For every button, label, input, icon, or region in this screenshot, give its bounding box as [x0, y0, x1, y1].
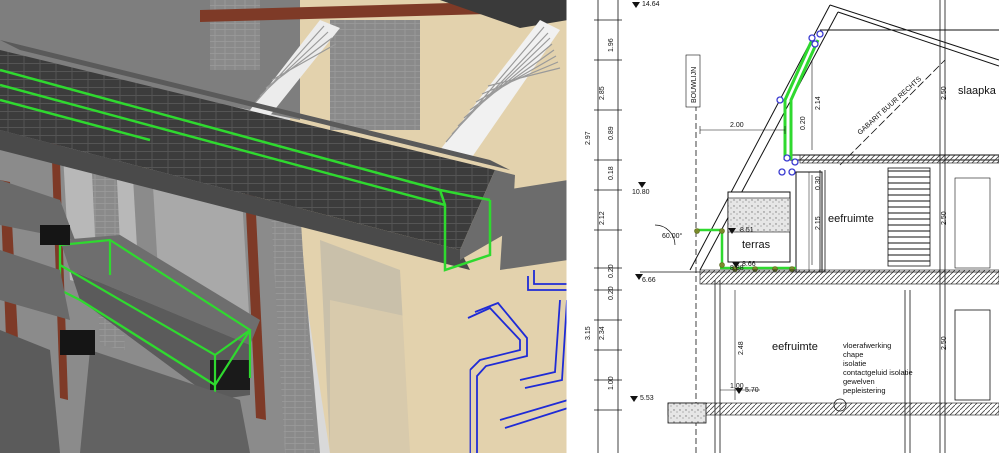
dim-left-4: 0.18 — [608, 166, 615, 180]
finish-note-1: chape — [843, 350, 863, 359]
level-7: 5.53 — [640, 395, 654, 402]
level-6: 5.70 — [745, 387, 759, 394]
dim-right-2: 2.50 — [941, 336, 948, 350]
slab-lower — [667, 402, 999, 416]
level-2: 8.51 — [740, 227, 754, 234]
room-eefruimte-upper: eefruimte — [828, 213, 874, 225]
black-box-2 — [60, 330, 95, 355]
hdim-0: 2.00 — [730, 122, 744, 129]
finish-note-4: gewelven — [843, 377, 875, 386]
room-terras: terras — [742, 239, 771, 251]
dim-left-9: 0.20 — [608, 286, 615, 300]
finish-note-5: pepleistering — [843, 386, 886, 395]
dim-inner-4: 0.30 — [815, 176, 822, 190]
finish-note-2: isolatie — [843, 359, 866, 368]
split-composite: 1.96 2.85 0.89 2.97 0.18 2.12 0.20 3.15 … — [0, 0, 999, 453]
room-slaapkamer: slaapka — [958, 85, 997, 97]
upper-wall-brick-2 — [330, 20, 420, 130]
dim-inner-2: 2.15 — [815, 216, 822, 230]
room-eefruimte-lower: eefruimte — [772, 341, 818, 353]
dim-left-0: 1.96 — [608, 38, 615, 52]
terrace-slab — [500, 180, 568, 270]
level-0: 14.64 — [642, 1, 660, 8]
dim-inner-0: 2.14 — [815, 96, 822, 110]
section-drawing: 1.96 2.85 0.89 2.97 0.18 2.12 0.20 3.15 … — [570, 0, 999, 453]
slab-upper — [799, 154, 999, 164]
angle-label: 60.00° — [662, 232, 683, 240]
dim-left-2: 0.89 — [608, 126, 615, 140]
level-3: 8.66 — [742, 261, 756, 268]
finish-note-3: contactgeluid isolatie — [843, 368, 913, 377]
dim-left-5: 2.12 — [599, 211, 606, 225]
dim-left-10: 1.00 — [608, 376, 615, 390]
dim-inner-3: 2.48 — [738, 341, 745, 355]
dim-inner-1: 0.20 — [800, 116, 807, 130]
dim-left-7: 3.15 — [585, 326, 592, 340]
dim-left-1: 2.85 — [599, 86, 606, 100]
dim-left-3: 2.97 — [585, 131, 592, 145]
model-3d-panel — [0, 0, 569, 453]
dim-left-6: 0.20 — [608, 264, 615, 278]
bouwlijn-label: BOUWLIJN — [691, 67, 698, 103]
dim-right-1: 2.50 — [941, 211, 948, 225]
dim-left-8: 2.34 — [599, 326, 606, 340]
black-box-1 — [40, 225, 70, 245]
level-4: 8.88 — [730, 265, 744, 272]
stair-plan — [887, 167, 931, 267]
finish-note-0: vloerafwerking — [843, 341, 891, 350]
dim-right-0: 2.50 — [941, 86, 948, 100]
level-1: 10.80 — [632, 189, 650, 196]
foundation-block — [667, 402, 707, 424]
level-5: 6.66 — [642, 277, 656, 284]
